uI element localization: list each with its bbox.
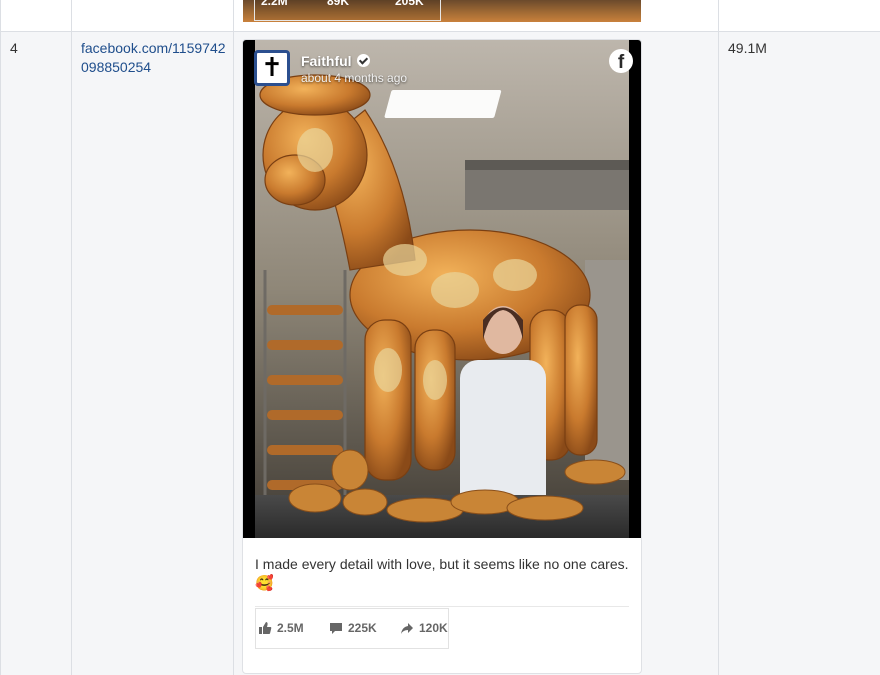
likes-count: 2.5M (277, 621, 304, 635)
shares-stat: 120K (400, 621, 448, 635)
previous-post-stats: 2.2M 89K 205K (254, 0, 441, 21)
views-cell: 49.1M (728, 40, 767, 56)
column-divider (71, 0, 72, 675)
likes-stat: 2.5M (258, 621, 304, 635)
thumbs-up-icon (259, 622, 272, 634)
comments-count: 225K (348, 621, 377, 635)
cross-icon: ✝ (261, 53, 283, 83)
post-stats: 2.5M 225K 120K (255, 608, 449, 649)
post-caption: I made every detail with love, but it se… (255, 555, 633, 593)
previous-likes-count: 2.2M (261, 0, 288, 8)
row-divider (0, 31, 880, 32)
comment-icon (330, 623, 342, 634)
column-divider (0, 0, 1, 675)
previous-shares-count: 205K (395, 0, 424, 8)
post-image[interactable]: ✝ Faithful about 4 months ago f (243, 40, 641, 538)
column-divider (233, 0, 234, 675)
previous-comments-count: 89K (327, 0, 350, 8)
caption-text: I made every detail with love, but it se… (255, 556, 629, 572)
post-timestamp: about 4 months ago (301, 71, 408, 85)
column-divider (718, 0, 719, 675)
comments-stat: 225K (329, 621, 377, 635)
verified-badge-icon (357, 54, 370, 67)
post-url-link[interactable]: facebook.com/1159742098850254 (81, 39, 231, 77)
page-avatar[interactable]: ✝ (254, 50, 290, 86)
caption-divider (255, 606, 629, 607)
share-arrow-icon (401, 623, 413, 634)
smiling-face-with-hearts-icon: 🥰 (255, 575, 274, 592)
rank-cell: 4 (10, 40, 18, 56)
shares-count: 120K (419, 621, 448, 635)
page-name[interactable]: Faithful (301, 53, 352, 69)
facebook-icon[interactable]: f (609, 49, 633, 73)
bread-horse-photo (255, 40, 629, 538)
post-card[interactable]: ✝ Faithful about 4 months ago f I made e… (242, 39, 642, 674)
